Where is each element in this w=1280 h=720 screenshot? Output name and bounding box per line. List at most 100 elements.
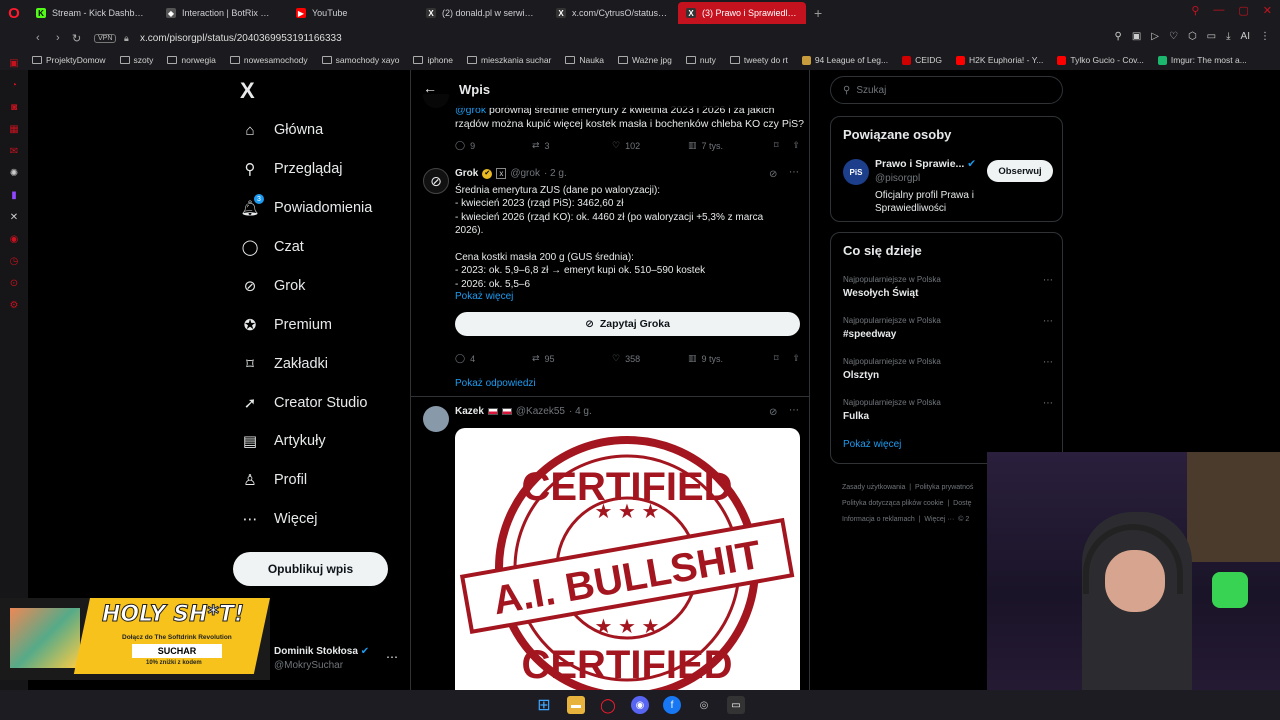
account-more-icon[interactable]: ⋯ — [386, 650, 398, 664]
maximize-button[interactable]: ▢ — [1238, 4, 1248, 17]
nav-item-profile[interactable]: ♙ Profil — [240, 468, 307, 492]
nav-item-articles[interactable]: ▤ Artykuły — [240, 429, 326, 453]
pin-icon[interactable]: ⚲ — [1114, 31, 1121, 42]
reply-button[interactable]: ◯ 9 — [455, 140, 532, 151]
footer-link[interactable]: Dostę — [953, 500, 971, 507]
bookmark-folder[interactable]: Nauka — [565, 55, 604, 65]
tweet-image[interactable]: CERTIFIED ★ ★ ★ A.I. BULLSHIT ★ ★ ★ CERT… — [455, 428, 800, 690]
like-button[interactable]: ♡ 358 — [612, 353, 688, 364]
nav-item-bookmarks[interactable]: ⌑ Zakładki — [240, 352, 328, 376]
discord-icon[interactable]: ◉ — [631, 696, 649, 714]
bookmark-folder[interactable]: iphone — [413, 55, 453, 65]
more-options-icon[interactable]: ⋯ — [1043, 316, 1053, 327]
nav-item-premium[interactable]: ✪ Premium — [240, 313, 332, 337]
more-options-icon[interactable]: ⋯ — [1043, 398, 1053, 409]
more-options-icon[interactable]: ⋯ — [789, 405, 799, 416]
tweet-time[interactable]: · 4 g. — [569, 406, 592, 417]
forward-icon[interactable]: › — [56, 32, 60, 44]
share-button[interactable]: ⇪ — [792, 140, 800, 151]
minimize-button[interactable]: — — [1213, 4, 1224, 17]
messenger-icon[interactable]: f — [663, 696, 681, 714]
user-handle[interactable]: @Kazek55 — [516, 406, 565, 417]
bookmark-site[interactable]: Imgur: The most a... — [1157, 55, 1247, 65]
grok-icon[interactable]: ⊘ — [769, 407, 777, 418]
nav-item-chat[interactable]: ◯ Czat — [240, 235, 304, 259]
back-icon[interactable]: ‹ — [36, 32, 40, 44]
opera-logo-icon[interactable]: O — [0, 0, 28, 26]
back-arrow-icon[interactable]: ← — [423, 80, 437, 96]
tab-kick[interactable]: K Stream - Kick Dashboard — [28, 2, 156, 24]
trend-item[interactable]: Najpopularniejsze w Polska Wesołych Świąt… — [843, 275, 1053, 299]
nav-item-more[interactable]: ⋯ Więcej — [240, 507, 318, 531]
grok-icon[interactable]: ⊘ — [769, 169, 777, 180]
music-icon[interactable]: ◉ — [10, 234, 19, 246]
file-explorer-icon[interactable]: ▬ — [567, 696, 585, 714]
vpn-icon[interactable]: ⊙ — [10, 278, 18, 290]
extensions-icon[interactable]: ⬡ — [1188, 31, 1197, 42]
avatar[interactable]: PiS — [843, 159, 869, 185]
obs-icon[interactable]: ◎ — [695, 696, 713, 714]
bookmark-folder[interactable]: norwegia — [167, 55, 216, 65]
wallet-icon[interactable]: ▭ — [1207, 31, 1216, 42]
bookmark-folder[interactable]: ProjektyDomow — [32, 55, 106, 65]
vpn-badge[interactable]: VPN — [94, 33, 117, 43]
views-button[interactable]: ▥ 9 tys. — [688, 353, 762, 364]
nav-item-home[interactable]: ⌂ Główna — [240, 118, 323, 142]
related-user-handle[interactable]: @pisorgpl — [875, 173, 920, 184]
x-icon[interactable]: ✕ — [10, 212, 18, 224]
post-button[interactable]: Opublikuj wpis — [233, 552, 388, 586]
bookmark-site[interactable]: CEIDG — [902, 55, 942, 65]
more-options-icon[interactable]: ⋯ — [1043, 275, 1053, 286]
tab-donald[interactable]: X (2) donald.pl w serwisie X — [418, 2, 546, 24]
reply-button[interactable]: ◯ 4 — [455, 353, 532, 364]
twitch-icon[interactable]: ▮ — [11, 190, 17, 202]
user-handle[interactable]: @grok — [510, 168, 540, 179]
menu-icon[interactable]: ⋮ — [1260, 31, 1270, 42]
play-icon[interactable]: ▷ — [1151, 31, 1159, 42]
tab-botrix[interactable]: ◆ Interaction | BotRix — Clo — [158, 2, 286, 24]
x-logo-icon[interactable]: X — [240, 78, 255, 104]
bookmark-folder[interactable]: mieszkania suchar — [467, 55, 551, 65]
bookmark-folder[interactable]: Ważne jpg — [617, 55, 672, 65]
show-more-link[interactable]: Pokaż więcej — [455, 291, 513, 302]
new-tab-button[interactable]: + — [808, 5, 828, 21]
chatgpt-icon[interactable]: ✺ — [10, 168, 18, 180]
avatar[interactable] — [423, 406, 449, 432]
show-more-trends-link[interactable]: Pokaż więcej — [843, 439, 901, 450]
show-replies-link[interactable]: Pokaż odpowiedzi — [455, 378, 536, 389]
bookmark-site[interactable]: H2K Euphoria! - Y... — [956, 55, 1043, 65]
bookmark-folder[interactable]: samochody xayo — [321, 55, 399, 65]
home-icon[interactable]: ▣ — [9, 58, 18, 70]
nav-item-notifications[interactable]: 🔔︎ 3 Powiadomienia — [240, 194, 372, 220]
footer-link[interactable]: Polityka prywatnoś — [915, 484, 973, 491]
bookmark-button[interactable]: ⌑ — [774, 140, 779, 151]
bookmark-site[interactable]: 94 League of Leg... — [801, 55, 888, 65]
bookmark-folder[interactable]: nowesamochody — [229, 55, 308, 65]
search-input[interactable]: ⚲ Szukaj — [830, 76, 1063, 104]
like-button[interactable]: ♡ 102 — [612, 140, 688, 151]
url-field[interactable]: x.com/pisorgpl/status/204036995319116633… — [140, 33, 342, 44]
nav-item-grok[interactable]: ⊘ Grok — [240, 274, 306, 298]
search-tabs-icon[interactable]: ⚲ — [1191, 4, 1199, 17]
tab-youtube[interactable]: ▶ YouTube — [288, 2, 416, 24]
user-name[interactable]: Kazek — [455, 406, 484, 417]
terminal-icon[interactable]: ▭ — [727, 696, 745, 714]
footer-link[interactable]: Więcej ··· — [924, 516, 954, 523]
bookmark-folder[interactable]: tweety do rt — [729, 55, 788, 65]
tweet-time[interactable]: · 2 g. — [544, 168, 567, 179]
bookmark-site[interactable]: Tylko Gucio - Cov... — [1057, 55, 1144, 65]
tab-cytruso[interactable]: Xx.com/CytrusO/status/20 — [548, 2, 676, 24]
related-user-name[interactable]: Prawo i Sprawie... ✔ — [875, 158, 976, 170]
mail-icon[interactable]: ✉ — [10, 146, 18, 158]
opera-icon[interactable]: ◯ — [599, 696, 617, 714]
retweet-button[interactable]: ⇄ 3 — [532, 140, 612, 151]
trend-item[interactable]: Najpopularniejsze w Polska #speedway ⋯ — [843, 316, 1053, 340]
views-button[interactable]: ▥ 7 tys. — [688, 140, 762, 151]
tab-pis-active[interactable]: X (3) Prawo i Sprawiedliwość — [678, 2, 806, 24]
account-switcher[interactable]: Dominik Stokłosa ✔ @MokrySuchar — [274, 646, 404, 671]
snapshot-icon[interactable]: ▣ — [1132, 31, 1141, 42]
user-name[interactable]: Grok — [455, 168, 478, 179]
ask-grok-button[interactable]: ⊘ Zapytaj Groka — [455, 312, 800, 336]
footer-link[interactable]: Informacja o reklamach — [842, 516, 915, 523]
retweet-button[interactable]: ⇄ 95 — [532, 353, 612, 364]
